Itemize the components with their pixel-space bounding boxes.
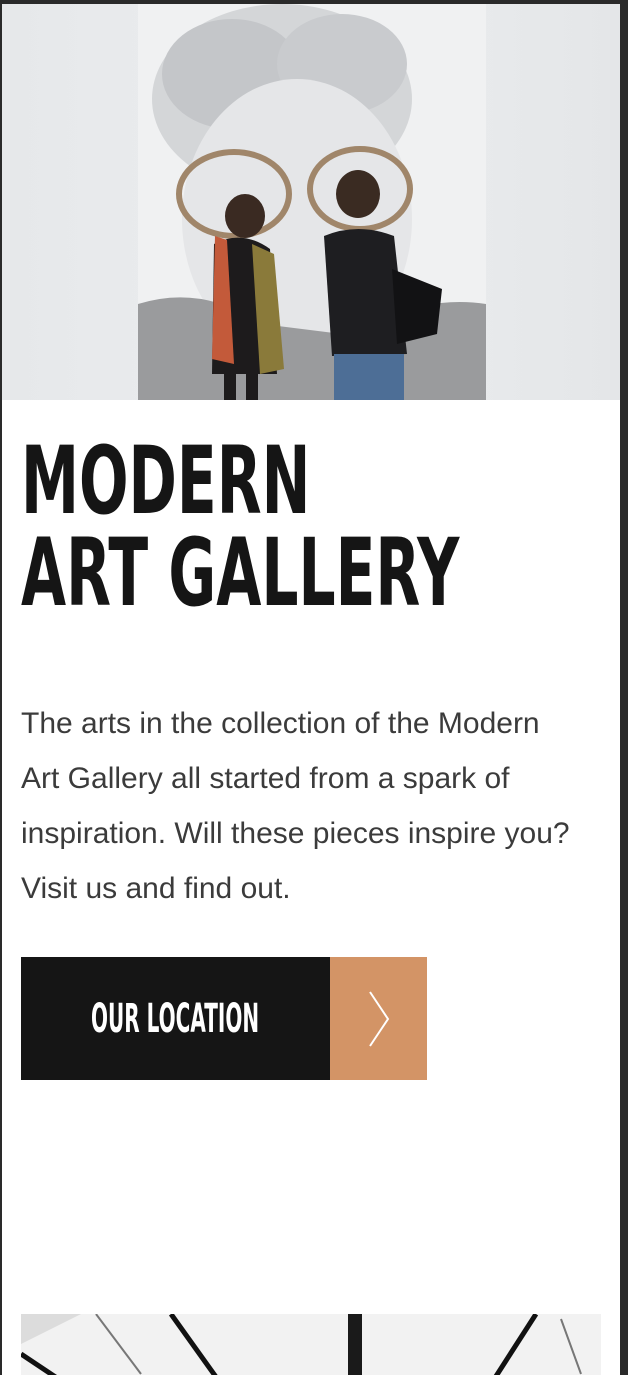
chevron-right-icon xyxy=(368,990,389,1047)
our-location-label-box[interactable]: OUR LOCATION xyxy=(21,957,330,1080)
gallery-illustration xyxy=(21,1314,601,1375)
our-location-label: OUR LOCATION xyxy=(91,995,260,1042)
hero-image xyxy=(2,4,620,400)
hero-illustration xyxy=(138,4,486,400)
page-title: MODERN ART GALLERY xyxy=(21,427,460,628)
gallery-preview-image xyxy=(21,1314,601,1375)
cta-arrow-box[interactable] xyxy=(330,957,427,1080)
title-line-1: MODERN xyxy=(21,427,311,536)
intro-paragraph: The arts in the collection of the Modern… xyxy=(21,707,570,905)
our-location-button[interactable]: OUR LOCATION xyxy=(21,957,427,1080)
page: MODERN ART GALLERY The arts in the colle… xyxy=(2,4,620,1375)
title-line-2: ART GALLERY xyxy=(21,519,460,628)
